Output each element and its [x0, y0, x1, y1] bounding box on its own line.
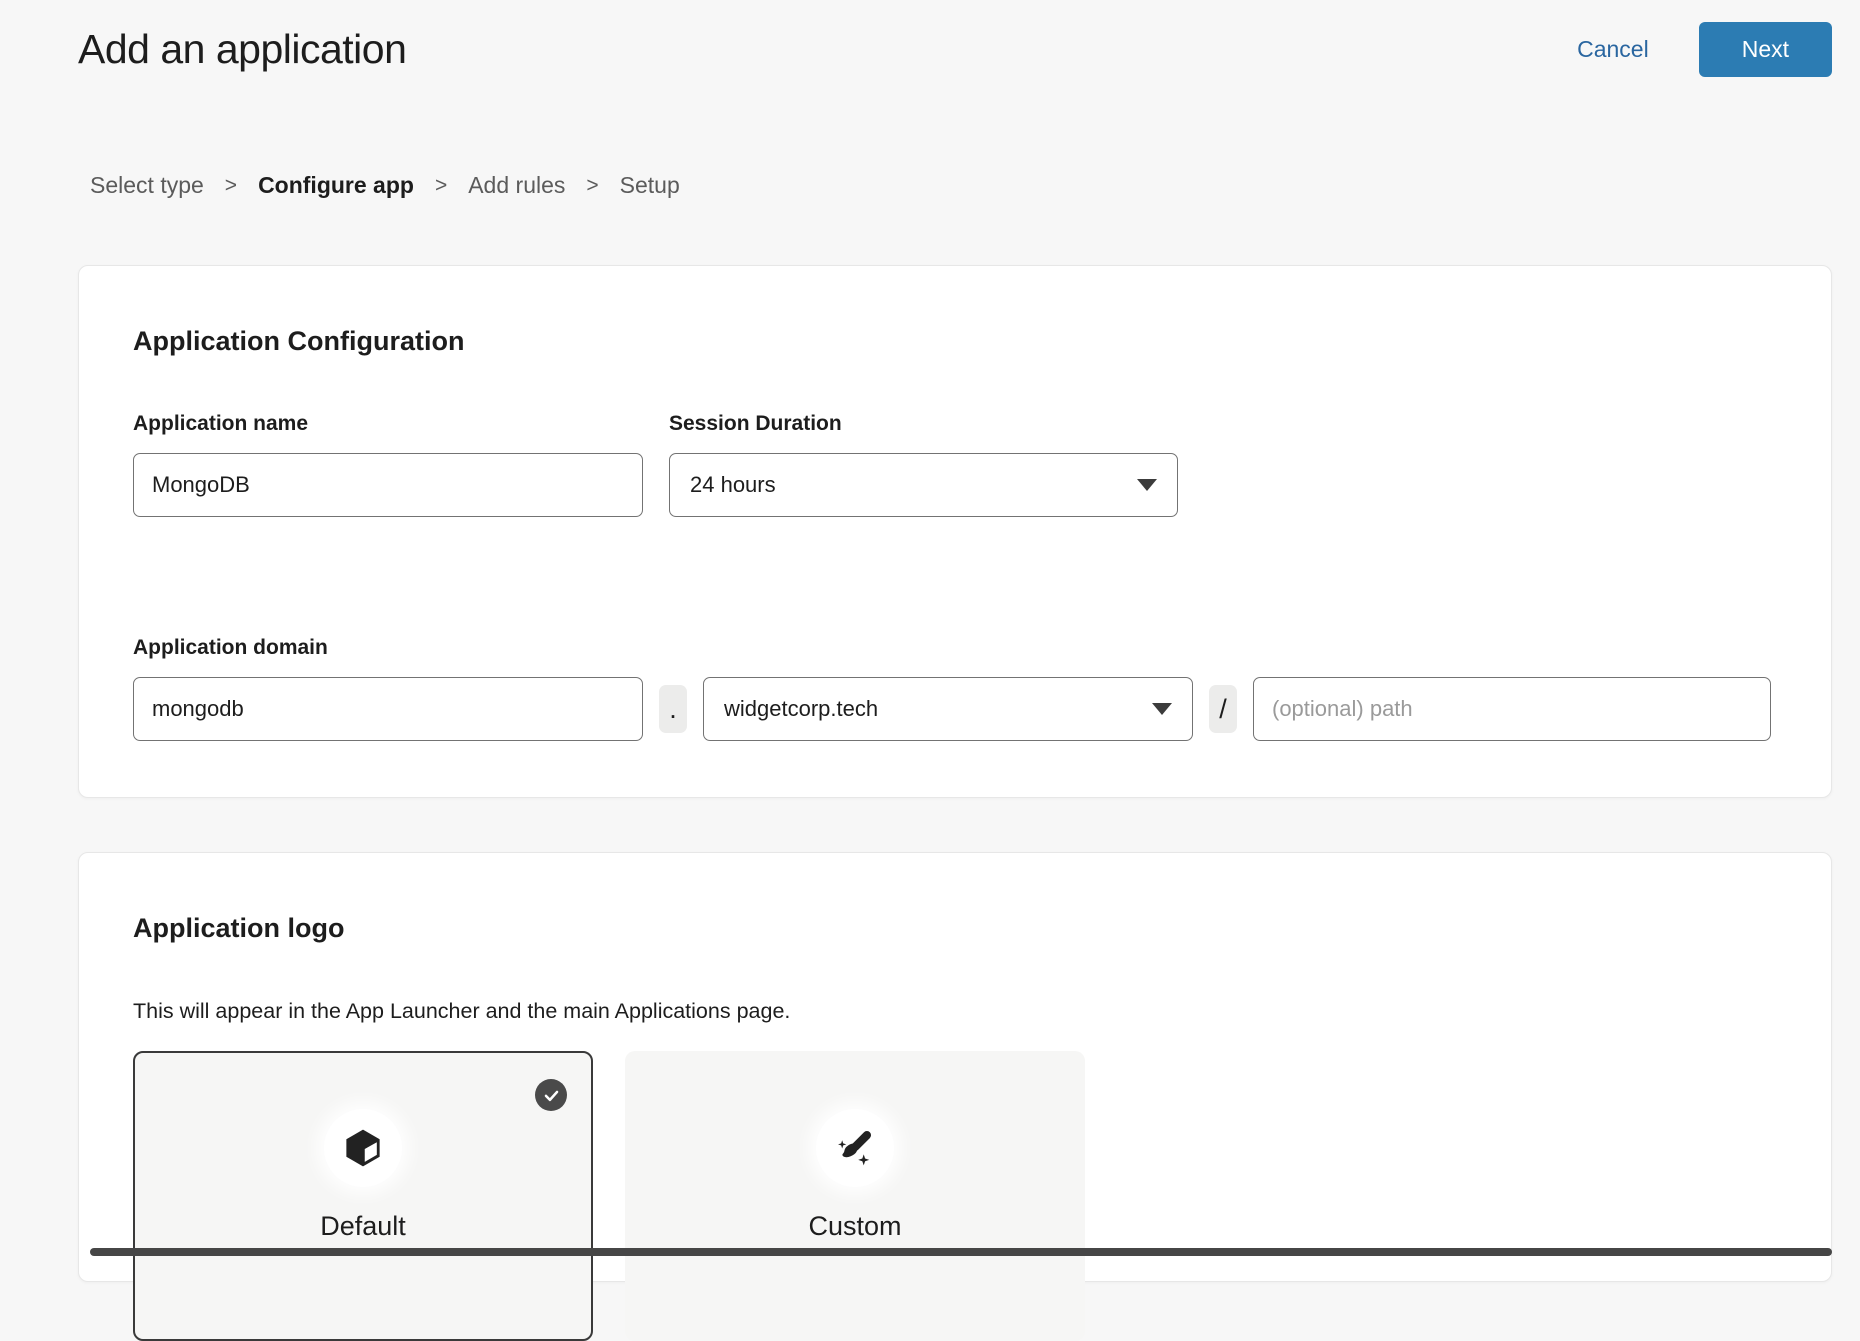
horizontal-scrollbar[interactable] — [90, 1248, 1832, 1256]
application-domain-row: . widgetcorp.tech / — [133, 677, 1777, 741]
step-select-type[interactable]: Select type — [90, 172, 204, 199]
dot-separator: . — [659, 685, 687, 733]
application-name-field: Application name — [133, 411, 643, 517]
application-configuration-title: Application Configuration — [133, 326, 1777, 357]
next-button[interactable]: Next — [1699, 22, 1832, 77]
breadcrumb-separator: > — [586, 174, 598, 198]
breadcrumb-separator: > — [435, 174, 447, 198]
application-name-input[interactable] — [133, 453, 643, 517]
session-duration-select[interactable]: 24 hours — [669, 453, 1178, 517]
selected-check-badge — [535, 1079, 567, 1111]
default-logo-circle — [324, 1109, 402, 1187]
cube-icon — [342, 1127, 384, 1169]
check-icon — [542, 1086, 561, 1105]
logo-option-label: Default — [320, 1211, 406, 1242]
domain-select[interactable]: widgetcorp.tech — [703, 677, 1193, 741]
application-configuration-card: Application Configuration Application na… — [78, 265, 1832, 798]
custom-logo-circle — [816, 1109, 894, 1187]
application-name-label: Application name — [133, 411, 643, 437]
paintbrush-icon — [833, 1126, 877, 1170]
step-configure-app[interactable]: Configure app — [258, 172, 414, 199]
logo-option-custom[interactable]: Custom — [625, 1051, 1085, 1341]
subdomain-input[interactable] — [133, 677, 643, 741]
chevron-down-icon — [1152, 703, 1172, 715]
cancel-button[interactable]: Cancel — [1577, 36, 1649, 63]
application-domain-section: Application domain . widgetcorp.tech / — [133, 635, 1777, 741]
header-actions: Cancel Next — [1577, 22, 1832, 77]
step-setup[interactable]: Setup — [620, 172, 680, 199]
path-input[interactable] — [1253, 677, 1771, 741]
step-add-rules[interactable]: Add rules — [468, 172, 565, 199]
breadcrumb: Select type > Configure app > Add rules … — [0, 172, 1860, 199]
chevron-down-icon — [1137, 479, 1157, 491]
logo-option-label: Custom — [808, 1211, 901, 1242]
slash-separator: / — [1209, 685, 1237, 733]
application-logo-title: Application logo — [133, 913, 1777, 944]
logo-options: Default Custom — [133, 1051, 1777, 1341]
logo-option-default[interactable]: Default — [133, 1051, 593, 1341]
name-session-row: Application name Session Duration 24 hou… — [133, 411, 1777, 517]
page-title: Add an application — [78, 26, 406, 73]
page-header: Add an application Cancel Next — [0, 0, 1860, 77]
application-logo-description: This will appear in the App Launcher and… — [133, 998, 1777, 1025]
session-duration-label: Session Duration — [669, 411, 1178, 437]
application-logo-card: Application logo This will appear in the… — [78, 852, 1832, 1282]
session-duration-value: 24 hours — [690, 472, 776, 498]
application-domain-label: Application domain — [133, 635, 1777, 661]
session-duration-field: Session Duration 24 hours — [669, 411, 1178, 517]
breadcrumb-separator: > — [225, 174, 237, 198]
domain-value: widgetcorp.tech — [724, 696, 878, 722]
